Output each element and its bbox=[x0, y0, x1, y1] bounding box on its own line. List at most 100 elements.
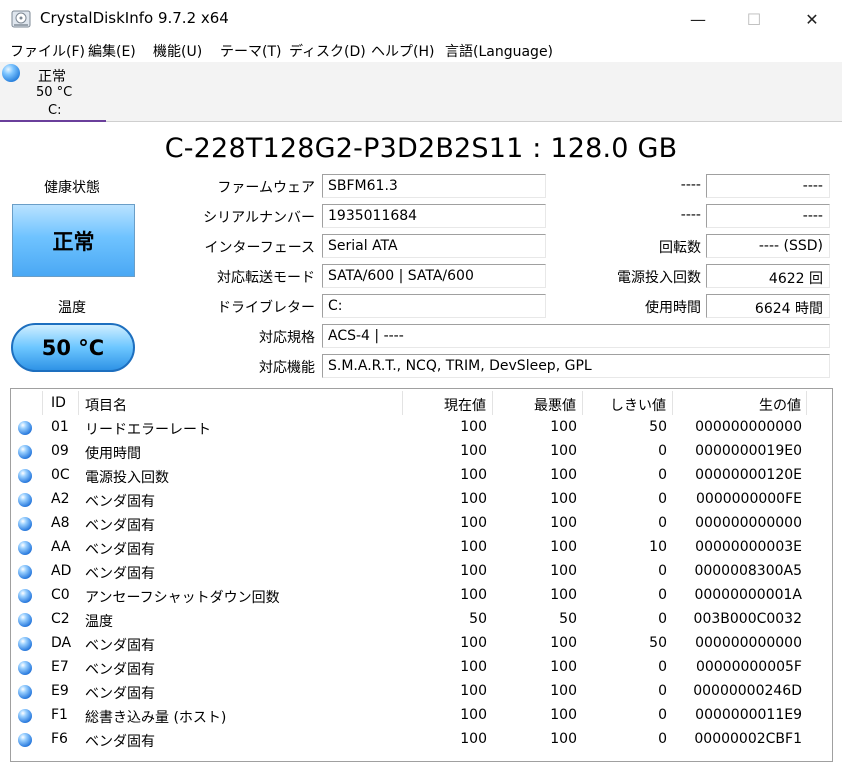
cell-threshold: 50 bbox=[649, 419, 667, 435]
table-row[interactable]: 09 使用時間 100 100 0 0000000019E0 bbox=[11, 439, 832, 463]
cell-worst: 50 bbox=[559, 611, 577, 627]
cell-threshold: 50 bbox=[649, 635, 667, 651]
table-row[interactable]: E9 ベンダ固有 100 100 0 00000000246D bbox=[11, 679, 832, 703]
serial-label: シリアルナンバー bbox=[203, 210, 315, 226]
table-row[interactable]: C0 アンセーフシャットダウン回数 100 100 0 00000000001A bbox=[11, 583, 832, 607]
menu-disk[interactable]: ディスク(D) bbox=[289, 41, 366, 61]
cell-raw-value: 00000000003E bbox=[695, 539, 802, 555]
cell-raw-value: 0000008300A5 bbox=[694, 563, 802, 579]
header-attribute-name[interactable]: 項目名 bbox=[79, 391, 403, 415]
cell-raw-value: 00000000246D bbox=[693, 683, 802, 699]
title-bar: CrystalDiskInfo 9.7.2 x64 — ☐ ✕ bbox=[0, 0, 842, 38]
standard-value: ACS-4 | ---- bbox=[322, 324, 830, 348]
table-row[interactable]: DA ベンダ固有 100 100 50 000000000000 bbox=[11, 631, 832, 655]
menu-file[interactable]: ファイル(F) bbox=[10, 41, 85, 61]
temperature-button[interactable]: 50 °C bbox=[11, 323, 135, 372]
cell-attribute-name: ベンダ固有 bbox=[85, 566, 155, 582]
header-status-column[interactable] bbox=[11, 391, 43, 415]
cell-worst: 100 bbox=[550, 683, 577, 699]
cell-current: 100 bbox=[460, 443, 487, 459]
menu-language[interactable]: 言語(Language) bbox=[445, 41, 553, 61]
rotation-value: ---- (SSD) bbox=[706, 234, 830, 258]
table-row[interactable]: E7 ベンダ固有 100 100 0 00000000005F bbox=[11, 655, 832, 679]
cell-current: 100 bbox=[460, 587, 487, 603]
cell-threshold: 0 bbox=[658, 707, 667, 723]
maximize-button[interactable]: ☐ bbox=[726, 0, 782, 38]
header-threshold[interactable]: しきい値 bbox=[583, 391, 673, 415]
smart-table[interactable]: ID 項目名 現在値 最悪値 しきい値 生の値 01 リードエラーレート 100 10… bbox=[10, 388, 833, 762]
power-on-count-value: 4622 回 bbox=[706, 264, 830, 288]
disk-tab-status: 正常 bbox=[38, 69, 66, 85]
cell-attribute-name: 使用時間 bbox=[85, 446, 141, 462]
attribute-status-icon bbox=[18, 733, 32, 747]
interface-value: Serial ATA bbox=[322, 234, 546, 258]
table-row[interactable]: 01 リードエラーレート 100 100 50 000000000000 bbox=[11, 415, 832, 439]
cell-attribute-name: ベンダ固有 bbox=[85, 662, 155, 678]
cell-threshold: 0 bbox=[658, 563, 667, 579]
table-row[interactable]: AD ベンダ固有 100 100 0 0000008300A5 bbox=[11, 559, 832, 583]
cell-raw-value: 0000000019E0 bbox=[695, 443, 802, 459]
cell-attribute-name: ベンダ固有 bbox=[85, 542, 155, 558]
table-row[interactable]: AA ベンダ固有 100 100 10 00000000003E bbox=[11, 535, 832, 559]
blank2-label: ---- bbox=[680, 207, 701, 223]
attribute-status-icon bbox=[18, 421, 32, 435]
cell-raw-value: 000000000000 bbox=[695, 635, 802, 651]
cell-current: 100 bbox=[460, 419, 487, 435]
header-id[interactable]: ID bbox=[43, 391, 79, 415]
header-worst[interactable]: 最悪値 bbox=[493, 391, 583, 415]
cell-worst: 100 bbox=[550, 659, 577, 675]
cell-threshold: 0 bbox=[658, 659, 667, 675]
cell-threshold: 0 bbox=[658, 587, 667, 603]
temperature-label: 温度 bbox=[58, 300, 86, 316]
cell-id: DA bbox=[51, 635, 72, 651]
rotation-label: 回転数 bbox=[659, 240, 701, 256]
table-row[interactable]: F6 ベンダ固有 100 100 0 00000002CBF1 bbox=[11, 727, 832, 751]
cell-worst: 100 bbox=[550, 563, 577, 579]
table-row[interactable]: C2 温度 50 50 0 003B000C0032 bbox=[11, 607, 832, 631]
menu-theme[interactable]: テーマ(T) bbox=[220, 41, 281, 61]
cell-raw-value: 00000002CBF1 bbox=[694, 731, 802, 747]
window-title: CrystalDiskInfo 9.7.2 x64 bbox=[40, 9, 229, 27]
cell-raw-value: 0000000000FE bbox=[696, 491, 802, 507]
cell-threshold: 0 bbox=[658, 491, 667, 507]
attribute-status-icon bbox=[18, 589, 32, 603]
cell-attribute-name: ベンダ固有 bbox=[85, 518, 155, 534]
power-on-count-label: 電源投入回数 bbox=[617, 270, 701, 286]
minimize-button[interactable]: — bbox=[670, 0, 726, 38]
menu-edit[interactable]: 編集(E) bbox=[88, 41, 136, 61]
firmware-value: SBFM61.3 bbox=[322, 174, 546, 198]
header-current[interactable]: 現在値 bbox=[403, 391, 493, 415]
menu-bar: ファイル(F) 編集(E) 機能(U) テーマ(T) ディスク(D) ヘルプ(H… bbox=[0, 38, 842, 62]
standard-label: 対応規格 bbox=[259, 330, 315, 346]
cell-id: AA bbox=[51, 539, 71, 555]
table-row[interactable]: F1 総書き込み量 (ホスト) 100 100 0 0000000011E9 bbox=[11, 703, 832, 727]
firmware-label: ファームウェア bbox=[217, 180, 315, 196]
cell-attribute-name: リードエラーレート bbox=[85, 422, 211, 438]
cell-current: 50 bbox=[469, 611, 487, 627]
attribute-status-icon bbox=[18, 469, 32, 483]
menu-function[interactable]: 機能(U) bbox=[153, 41, 202, 61]
header-raw-value[interactable]: 生の値 bbox=[673, 391, 807, 415]
disk-tab-strip: 正常 50 °C C: bbox=[0, 62, 842, 122]
menu-help[interactable]: ヘルプ(H) bbox=[371, 41, 434, 61]
blank1-value: ---- bbox=[706, 174, 830, 198]
table-row[interactable]: A2 ベンダ固有 100 100 0 0000000000FE bbox=[11, 487, 832, 511]
cell-attribute-name: アンセーフシャットダウン回数 bbox=[85, 590, 280, 606]
table-row[interactable]: A8 ベンダ固有 100 100 0 000000000000 bbox=[11, 511, 832, 535]
cell-id: 09 bbox=[51, 443, 69, 459]
cell-threshold: 0 bbox=[658, 683, 667, 699]
cell-attribute-name: 温度 bbox=[85, 614, 113, 630]
blank1-label: ---- bbox=[680, 177, 701, 193]
health-status-button[interactable]: 正常 bbox=[12, 204, 135, 277]
attribute-status-icon bbox=[18, 709, 32, 723]
health-status-icon bbox=[2, 64, 20, 82]
cell-id: E7 bbox=[51, 659, 69, 675]
close-button[interactable]: ✕ bbox=[784, 0, 840, 38]
cell-id: F6 bbox=[51, 731, 68, 747]
cell-attribute-name: ベンダ固有 bbox=[85, 494, 155, 510]
cell-threshold: 0 bbox=[658, 467, 667, 483]
cell-id: C0 bbox=[51, 587, 70, 603]
disk-tab-c[interactable]: 正常 50 °C C: bbox=[0, 62, 106, 122]
table-row[interactable]: 0C 電源投入回数 100 100 0 00000000120E bbox=[11, 463, 832, 487]
app-disk-icon bbox=[11, 10, 31, 28]
